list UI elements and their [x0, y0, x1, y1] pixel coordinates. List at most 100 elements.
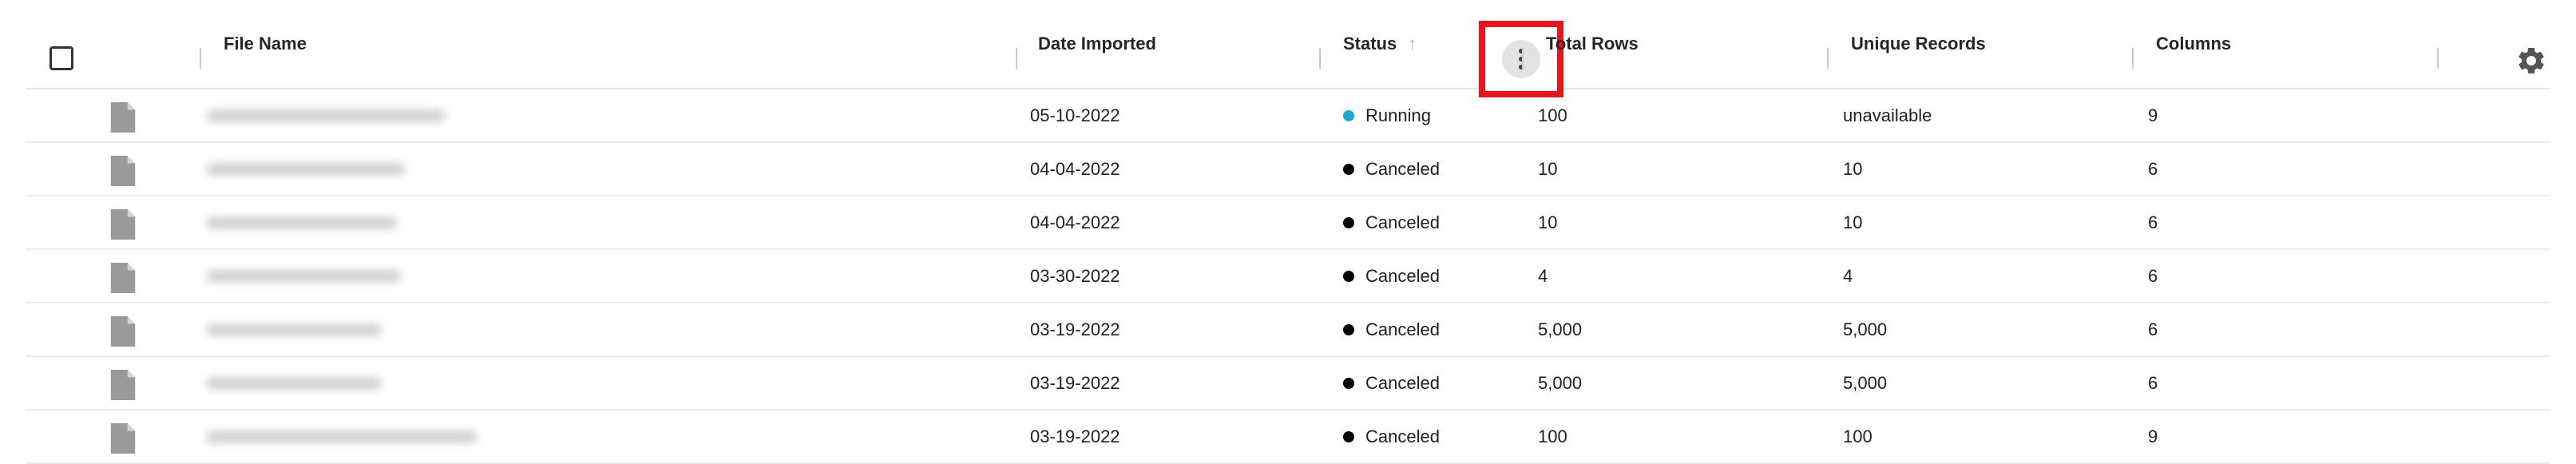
- arrow-up-icon[interactable]: ↑: [1408, 34, 1417, 54]
- select-all-checkbox[interactable]: [50, 46, 73, 70]
- status-dot: [1343, 270, 1354, 282]
- unique-records-cell: 5,000: [1843, 319, 1888, 339]
- column-resize-handle[interactable]: [200, 48, 201, 69]
- file-icon: [110, 263, 136, 293]
- column-header-label: Status: [1343, 34, 1397, 54]
- status-label: Running: [1365, 105, 1431, 125]
- file-name-redacted: [206, 323, 382, 336]
- table-row[interactable]: 03-19-2022 Canceled 5,000 5,000 6: [26, 357, 2550, 410]
- unique-records-cell: 10: [1843, 212, 1863, 232]
- file-name-cell[interactable]: [206, 89, 446, 141]
- file-name-cell[interactable]: [206, 410, 478, 462]
- file-name-cell[interactable]: [206, 143, 406, 195]
- date-cell: 03-19-2022: [1030, 372, 1120, 393]
- file-name-cell[interactable]: [206, 303, 382, 355]
- file-name-redacted: [206, 109, 446, 122]
- status-label: Canceled: [1365, 265, 1440, 286]
- file-icon: [110, 423, 136, 454]
- file-name-cell[interactable]: [206, 250, 402, 302]
- total-rows-cell: 4: [1538, 265, 1548, 286]
- column-header-total-rows[interactable]: Total Rows: [1546, 0, 1639, 88]
- file-name-redacted: [206, 376, 382, 390]
- date-cell: 03-19-2022: [1030, 426, 1120, 446]
- total-rows-cell: 5,000: [1538, 319, 1583, 339]
- total-rows-cell: 100: [1538, 426, 1567, 446]
- column-header-label: File Name: [224, 34, 307, 54]
- columns-cell: 6: [2148, 158, 2158, 179]
- column-header-label: Columns: [2156, 34, 2232, 54]
- file-name-cell[interactable]: [206, 196, 398, 248]
- columns-cell: 9: [2148, 426, 2158, 446]
- date-cell: 03-19-2022: [1030, 319, 1120, 339]
- columns-cell: 6: [2148, 265, 2158, 286]
- table-row[interactable]: 04-04-2022 Canceled 10 10 6: [26, 143, 2550, 196]
- file-name-cell[interactable]: [206, 357, 382, 409]
- table-row[interactable]: 03-19-2022 Canceled 5,000 5,000 6: [26, 303, 2550, 357]
- date-cell: 04-04-2022: [1030, 158, 1120, 179]
- columns-cell: 6: [2148, 319, 2158, 339]
- status-dot: [1343, 216, 1354, 228]
- more-vertical-icon[interactable]: [1502, 40, 1540, 78]
- status-label: Canceled: [1365, 319, 1440, 339]
- file-name-redacted: [206, 269, 402, 283]
- column-resize-handle[interactable]: [1016, 48, 1017, 69]
- status-dot: [1343, 323, 1354, 335]
- status-cell: Canceled: [1343, 250, 1440, 302]
- status-label: Canceled: [1365, 372, 1440, 393]
- file-icon: [110, 370, 136, 400]
- column-resize-handle[interactable]: [2437, 48, 2439, 69]
- column-header-label: Date Imported: [1038, 34, 1156, 54]
- status-label: Canceled: [1365, 158, 1440, 179]
- total-rows-cell: 10: [1538, 158, 1558, 179]
- status-cell: Canceled: [1343, 143, 1440, 195]
- file-name-redacted: [206, 430, 478, 443]
- column-header-date-imported[interactable]: Date Imported: [1038, 0, 1156, 88]
- status-cell: Canceled: [1343, 410, 1440, 462]
- table-row[interactable]: 05-10-2022 Running 100 unavailable 9: [26, 89, 2550, 143]
- status-cell: Canceled: [1343, 303, 1440, 355]
- columns-cell: 6: [2148, 372, 2158, 393]
- unique-records-cell: unavailable: [1843, 105, 1932, 125]
- file-icon: [110, 156, 136, 186]
- date-cell: 05-10-2022: [1030, 105, 1120, 125]
- table-body: 05-10-2022 Running 100 unavailable 9 04-…: [26, 89, 2550, 464]
- table-row[interactable]: 03-19-2022 Canceled 100 100 9: [26, 410, 2550, 464]
- import-history-table: File Name Date Imported Status ↑ Total R…: [26, 0, 2550, 464]
- date-cell: 03-30-2022: [1030, 265, 1120, 286]
- column-header-status[interactable]: Status ↑: [1343, 0, 1417, 88]
- column-header-label: Unique Records: [1851, 34, 1986, 54]
- status-cell: Canceled: [1343, 357, 1440, 409]
- unique-records-cell: 100: [1843, 426, 1873, 446]
- file-icon: [110, 209, 136, 240]
- columns-cell: 9: [2148, 105, 2158, 125]
- file-icon: [110, 316, 136, 347]
- status-dot: [1343, 430, 1354, 442]
- column-resize-handle[interactable]: [1319, 48, 1321, 69]
- column-resize-handle[interactable]: [2132, 48, 2134, 69]
- file-icon: [110, 102, 136, 133]
- column-resize-handle[interactable]: [1522, 48, 1524, 69]
- status-cell: Running: [1343, 89, 1431, 141]
- total-rows-cell: 5,000: [1538, 372, 1583, 393]
- table-row[interactable]: 04-04-2022 Canceled 10 10 6: [26, 196, 2550, 250]
- file-name-redacted: [206, 162, 406, 176]
- table-row[interactable]: 03-30-2022 Canceled 4 4 6: [26, 250, 2550, 303]
- column-header-unique-records[interactable]: Unique Records: [1851, 0, 1986, 88]
- column-header-columns[interactable]: Columns: [2156, 0, 2231, 88]
- unique-records-cell: 4: [1843, 265, 1853, 286]
- status-cell: Canceled: [1343, 196, 1440, 248]
- column-header-label: Total Rows: [1546, 34, 1639, 54]
- file-name-redacted: [206, 216, 398, 229]
- status-dot: [1343, 163, 1354, 175]
- column-resize-handle[interactable]: [1827, 48, 1829, 69]
- date-cell: 04-04-2022: [1030, 212, 1120, 232]
- table-header: File Name Date Imported Status ↑ Total R…: [26, 0, 2550, 97]
- unique-records-cell: 10: [1843, 158, 1863, 179]
- column-header-file-name[interactable]: File Name: [224, 0, 307, 88]
- status-dot: [1343, 377, 1354, 389]
- status-label: Canceled: [1365, 426, 1440, 446]
- status-label: Canceled: [1365, 212, 1440, 232]
- gear-icon[interactable]: [2515, 45, 2547, 77]
- unique-records-cell: 5,000: [1843, 372, 1888, 393]
- status-dot: [1343, 109, 1354, 121]
